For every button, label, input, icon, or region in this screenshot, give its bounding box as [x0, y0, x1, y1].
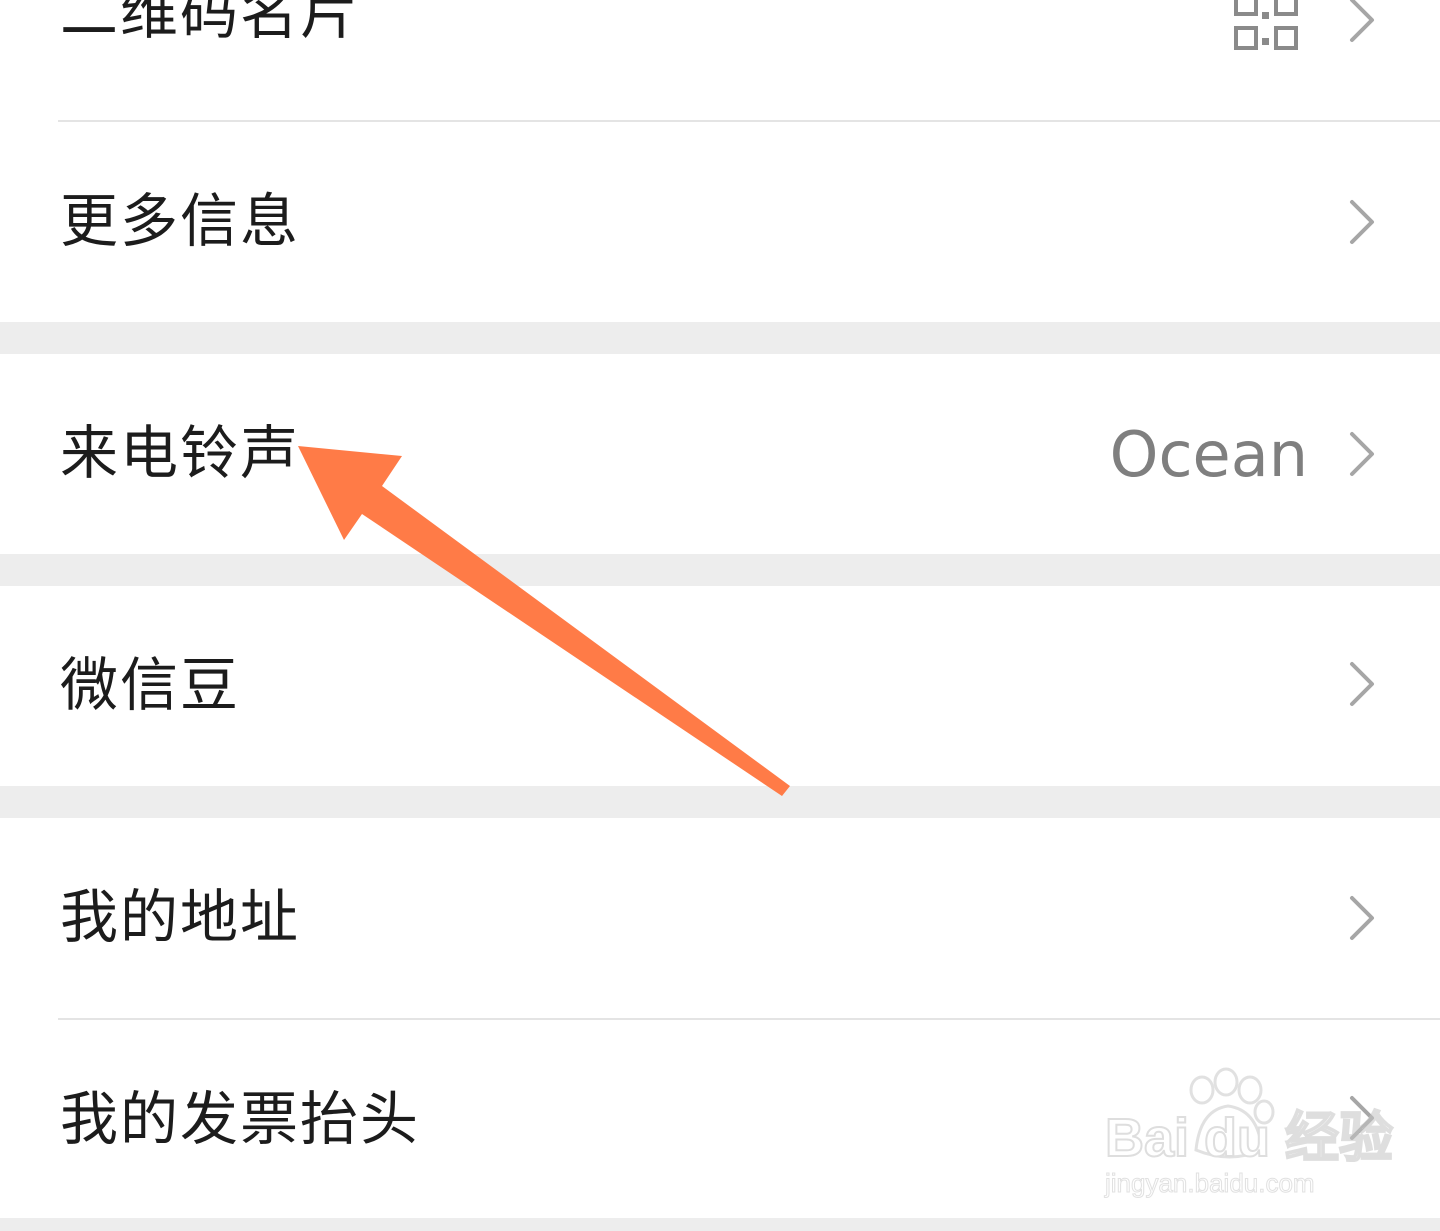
- menu-item-label: 来电铃声: [60, 419, 301, 487]
- section-separator: [0, 786, 1440, 818]
- menu-item-label: 二维码名片: [60, 0, 361, 47]
- chevron-right-icon: [1350, 0, 1374, 42]
- section-separator: [0, 1218, 1440, 1231]
- menu-item-more-info[interactable]: 更多信息: [0, 122, 1440, 322]
- menu-item-qr-card[interactable]: 二维码名片: [0, 0, 1440, 120]
- menu-item-label: 更多信息: [60, 187, 301, 255]
- menu-item-my-address[interactable]: 我的地址: [0, 818, 1440, 1018]
- chevron-right-icon: [1350, 432, 1374, 476]
- chevron-right-icon: [1350, 662, 1374, 706]
- chevron-right-icon: [1350, 1096, 1374, 1140]
- qr-code-icon: [1234, 0, 1298, 50]
- menu-item-wechat-beans[interactable]: 微信豆: [0, 586, 1440, 786]
- menu-item-invoice-title[interactable]: 我的发票抬头: [0, 1020, 1440, 1218]
- menu-item-label: 我的发票抬头: [60, 1085, 421, 1153]
- chevron-right-icon: [1350, 896, 1374, 940]
- menu-item-label: 微信豆: [60, 651, 241, 719]
- chevron-right-icon: [1350, 200, 1374, 244]
- menu-item-label: 我的地址: [60, 883, 301, 951]
- ringtone-value: Ocean: [1109, 418, 1308, 491]
- menu-item-ringtone[interactable]: 来电铃声 Ocean: [0, 354, 1440, 554]
- section-separator: [0, 322, 1440, 354]
- section-separator: [0, 554, 1440, 586]
